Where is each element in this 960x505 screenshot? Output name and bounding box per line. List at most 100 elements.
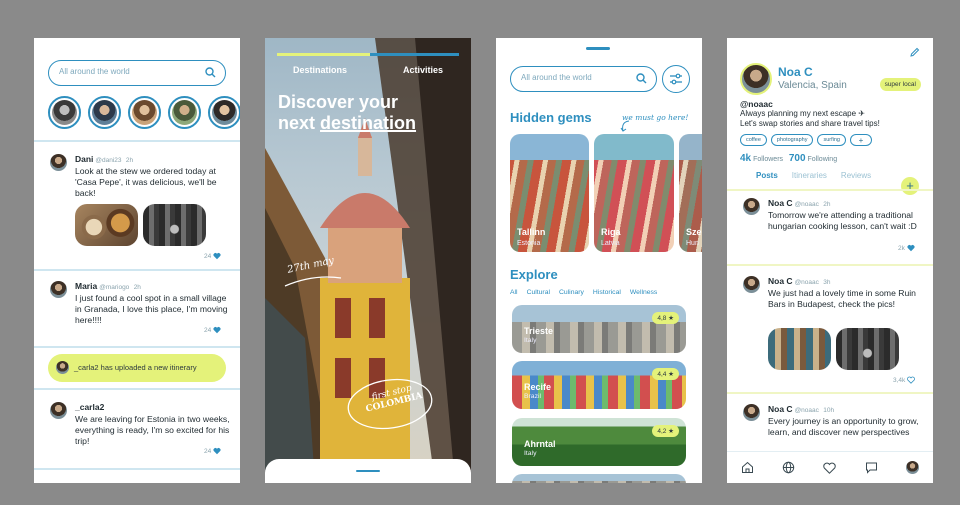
- story-avatar[interactable]: [128, 96, 161, 129]
- tag-coffee[interactable]: coffee: [740, 134, 767, 146]
- gem-card[interactable]: Tallinn Estonia: [510, 134, 589, 252]
- post-handle: @noaac: [794, 407, 819, 414]
- sheet-handle[interactable]: [356, 470, 380, 472]
- place-country: Italy: [524, 450, 537, 457]
- heart-icon[interactable]: [213, 326, 221, 334]
- place-country: Italy: [524, 337, 537, 344]
- post-photo[interactable]: [143, 204, 206, 246]
- post-author[interactable]: Dani: [75, 154, 93, 164]
- profile-tabs: Posts Itineraries Reviews: [756, 171, 871, 180]
- sheet-handle[interactable]: [586, 47, 610, 50]
- gem-country: Hun: [686, 240, 699, 247]
- story-avatar[interactable]: [208, 96, 240, 129]
- story-avatar[interactable]: [48, 96, 81, 129]
- filter-historical[interactable]: Historical: [593, 289, 621, 296]
- followers-count[interactable]: 4k: [740, 153, 751, 164]
- gem-card[interactable]: Riga Latvia: [594, 134, 674, 252]
- discover-screen: All around the world Hidden gems we must…: [496, 38, 702, 483]
- post-time: 3h: [823, 279, 831, 286]
- heart-outline-icon[interactable]: [907, 376, 916, 384]
- search-icon[interactable]: [636, 73, 647, 84]
- post-handle: @mariogo: [99, 284, 130, 291]
- search-input[interactable]: All around the world: [510, 66, 657, 92]
- gem-city: Tallinn: [517, 227, 546, 237]
- stories-row: [48, 96, 240, 129]
- avatar: [743, 404, 760, 421]
- feed-post: Dani @dani23 2h Look at the stew we order…: [50, 154, 230, 264]
- rating-badge: 4,8 ★: [652, 312, 679, 324]
- post-photo[interactable]: [75, 204, 138, 246]
- place-card[interactable]: [512, 474, 686, 483]
- story-avatar[interactable]: [168, 96, 201, 129]
- filter-button[interactable]: [662, 65, 690, 93]
- tab-itineraries[interactable]: Itineraries: [792, 171, 827, 180]
- post-handle: @noaac: [794, 279, 819, 286]
- divider: [34, 140, 240, 142]
- gem-card[interactable]: Sze Hun: [679, 134, 702, 252]
- filter-culinary[interactable]: Culinary: [559, 289, 584, 296]
- avatar: [56, 361, 69, 374]
- post-time: 2h: [133, 284, 141, 291]
- feed-screen: All around the world Dani @dani23 2h Look…: [34, 38, 240, 483]
- globe-icon[interactable]: [782, 461, 795, 474]
- bottom-sheet[interactable]: [265, 459, 471, 483]
- hidden-gems-title: Hidden gems: [510, 110, 592, 125]
- tab-destinations[interactable]: Destinations: [293, 65, 347, 75]
- itinerary-notification[interactable]: _carla2 has uploaded a new itinerary: [48, 354, 226, 382]
- onboarding-screen: Destinations Activities Discover your ne…: [265, 38, 471, 483]
- avatar[interactable]: [50, 281, 67, 298]
- home-icon[interactable]: [741, 461, 754, 474]
- post-handle: @dani23: [95, 157, 122, 164]
- edit-icon[interactable]: [909, 47, 920, 58]
- bottom-navigation: [727, 451, 933, 483]
- tab-reviews[interactable]: Reviews: [841, 171, 871, 180]
- like-count: 2k: [898, 244, 905, 252]
- avatar[interactable]: [50, 402, 67, 419]
- divider: [34, 346, 240, 348]
- place-card[interactable]: 4,8 ★ Trieste Italy: [512, 305, 686, 353]
- hero-title: Discover your next destination: [278, 92, 417, 133]
- post-text: We are leaving for Estonia in two weeks,…: [75, 414, 230, 446]
- heart-icon[interactable]: [907, 244, 915, 252]
- heart-icon[interactable]: [213, 252, 221, 260]
- notification-text: _carla2 has uploaded a new itinerary: [74, 363, 197, 372]
- story-avatar[interactable]: [88, 96, 121, 129]
- tab-posts[interactable]: Posts: [756, 171, 778, 180]
- post-time: 10h: [823, 407, 835, 414]
- search-icon[interactable]: [205, 67, 216, 78]
- profile-avatar[interactable]: [740, 63, 772, 95]
- heart-icon[interactable]: [213, 447, 221, 455]
- add-tag-button[interactable]: +: [850, 134, 872, 146]
- place-card[interactable]: 4,2 ★ Ahrntal Italy: [512, 418, 686, 466]
- avatar[interactable]: [50, 154, 67, 171]
- filter-wellness[interactable]: Wellness: [630, 289, 657, 296]
- date-underline: [284, 276, 342, 287]
- filter-cultural[interactable]: Cultural: [527, 289, 550, 296]
- place-country: Brazil: [524, 393, 541, 400]
- tab-activities[interactable]: Activities: [403, 65, 443, 75]
- profile-stats: 4k Followers 700 Following: [740, 153, 838, 164]
- post-author[interactable]: _carla2: [75, 402, 104, 412]
- post-text: Look at the stew we ordered today at 'Ca…: [75, 166, 217, 198]
- profile-avatar[interactable]: [905, 461, 919, 474]
- avatar: [743, 198, 760, 215]
- following-count[interactable]: 700: [789, 153, 806, 164]
- search-input[interactable]: All around the world: [48, 60, 226, 86]
- super-local-badge: super local: [879, 78, 921, 91]
- add-post-button[interactable]: +: [901, 177, 919, 195]
- chat-icon[interactable]: [865, 461, 878, 474]
- post-author[interactable]: Maria: [75, 281, 97, 291]
- post-photo[interactable]: [768, 328, 831, 370]
- post-author: Noa C: [768, 276, 793, 286]
- post-photo[interactable]: [836, 328, 899, 370]
- tag-surfing[interactable]: surfing: [817, 134, 846, 146]
- heart-icon[interactable]: [823, 462, 837, 474]
- place-card[interactable]: 4,4 ★ Recife Brazil: [512, 361, 686, 409]
- filter-all[interactable]: All: [510, 289, 518, 296]
- profile-location: Valencia, Spain: [778, 80, 847, 91]
- tag-photography[interactable]: photography: [770, 134, 814, 146]
- post-time: 2h: [823, 201, 831, 208]
- divider: [34, 468, 240, 470]
- post-text: Every journey is an opportunity to grow,…: [768, 416, 919, 437]
- profile-post: Noa C @noaac 3h We just had a lovely time…: [743, 276, 923, 386]
